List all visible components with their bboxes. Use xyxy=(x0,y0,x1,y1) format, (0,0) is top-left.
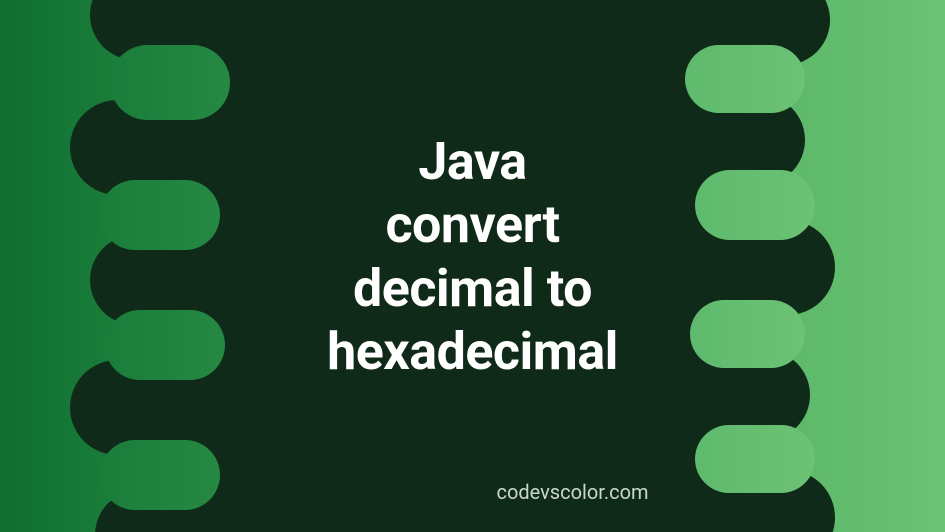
title-line: hexadecimal xyxy=(0,320,945,383)
title-line: Java xyxy=(0,130,945,193)
blob-dent xyxy=(685,45,805,113)
banner-canvas: Java convert decimal to hexadecimal code… xyxy=(0,0,945,532)
watermark-text: codevscolor.com xyxy=(0,480,945,504)
banner-title: Java convert decimal to hexadecimal xyxy=(0,130,945,384)
title-line: decimal to xyxy=(0,257,945,320)
blob-dent xyxy=(110,45,230,120)
title-line: convert xyxy=(0,193,945,256)
